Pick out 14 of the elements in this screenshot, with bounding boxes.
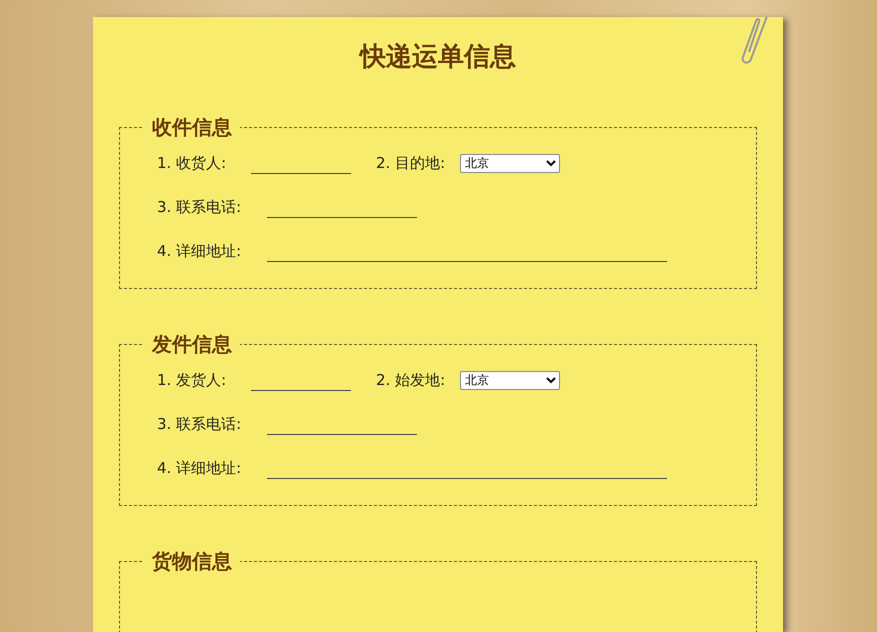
- city-select[interactable]: 北京: [460, 154, 560, 172]
- section-title: 收件信息: [151, 114, 233, 140]
- field-label: 3. 联系电话:: [157, 198, 242, 216]
- city-select[interactable]: 北京: [460, 370, 560, 390]
- section-title: 货物信息: [151, 548, 233, 574]
- page-title: 快递运单信息: [358, 41, 517, 74]
- field-label: 1. 发货人:: [157, 370, 228, 390]
- field-label: 3. 联系电话:: [157, 414, 242, 434]
- field-label: 2. 始发地:: [376, 370, 446, 390]
- field-label: 4. 详细地址:: [157, 242, 242, 260]
- field-label: 1. 收货人:: [157, 154, 228, 172]
- field-label: 2. 目的地:: [376, 154, 446, 172]
- field-label: 4. 详细地址:: [157, 458, 242, 478]
- section-title: 发件信息: [150, 331, 233, 357]
